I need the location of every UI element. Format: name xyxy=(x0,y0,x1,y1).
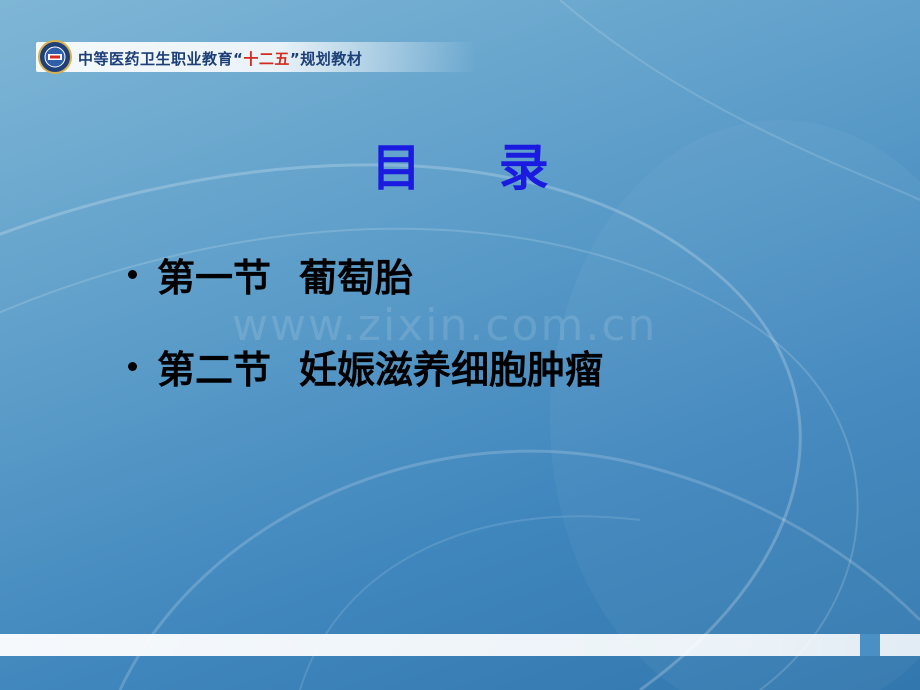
slide: 中等医药卫生职业教育“十二五”规划教材 目 录 www.zixin.com.cn… xyxy=(0,0,920,690)
toc-section-label: 第二节 xyxy=(157,346,272,392)
toc-topic-label: 妊娠滋养细胞肿瘤 xyxy=(299,346,604,392)
bullet-icon xyxy=(128,269,137,279)
bullet-icon xyxy=(128,361,137,371)
header-highlight: 十二五 xyxy=(243,50,290,68)
toc-section-label: 第一节 xyxy=(157,254,272,300)
page-title: 目 录 xyxy=(371,138,579,197)
textbook-seal-logo xyxy=(38,40,72,74)
table-of-contents: 第一节 葡萄胎 第二节 妊娠滋养细胞肿瘤 xyxy=(118,248,603,432)
footer-band-gap xyxy=(860,634,880,656)
footer-band xyxy=(0,634,920,656)
header-text-after: 规划教材 xyxy=(300,50,363,68)
header-series-label: 中等医药卫生职业教育“十二五”规划教材 xyxy=(78,48,362,69)
header-text-before: 中等医药卫生职业教育 xyxy=(78,50,234,68)
header-quote-close: ” xyxy=(289,50,301,68)
toc-item-2[interactable]: 第二节 妊娠滋养细胞肿瘤 xyxy=(118,340,603,392)
toc-item-1[interactable]: 第一节 葡萄胎 xyxy=(118,248,603,300)
header-quote-open: “ xyxy=(233,50,244,68)
toc-topic-label: 葡萄胎 xyxy=(299,254,414,300)
